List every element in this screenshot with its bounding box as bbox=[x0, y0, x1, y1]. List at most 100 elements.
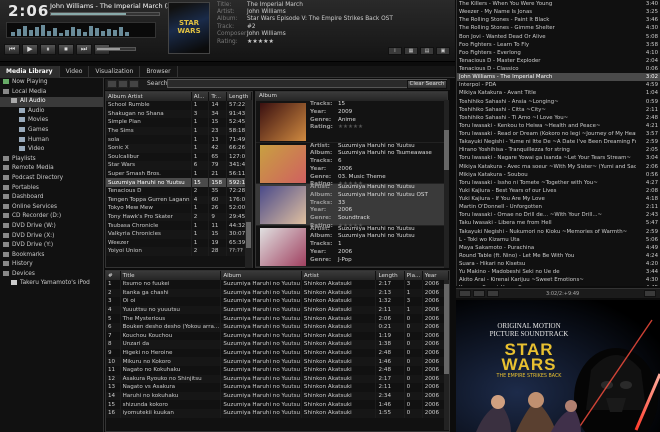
playlist-item[interactable]: Martin O'Donnell - Unforgotten 2:11 bbox=[457, 203, 660, 211]
album-item[interactable]: Tracks: 15 Year: 2009 Genre: Anime Rating: ★★★★… bbox=[256, 101, 447, 143]
stop-button[interactable]: ⏹ bbox=[58, 44, 74, 55]
artist-row[interactable]: Tokyo Mew Mew 1 26 52:00 bbox=[106, 204, 252, 213]
album-scrollbar[interactable] bbox=[444, 100, 449, 268]
playlist-item[interactable]: Toru Iwasaki - Kenkou to Heiwa ~Health a… bbox=[457, 122, 660, 130]
artist-row[interactable]: Valkyria Chronicles 1 15 30:07 bbox=[106, 229, 252, 239]
playlist-item[interactable]: Interpol - PDA 4:59 bbox=[457, 81, 660, 89]
artist-row[interactable]: sola 1 13 71:49 bbox=[106, 135, 252, 144]
select-button[interactable] bbox=[487, 290, 499, 297]
artist-row[interactable]: Weezer 1 19 65:39 bbox=[106, 238, 252, 248]
tree-item-games[interactable]: Games bbox=[0, 126, 103, 136]
artist-scroll-thumb[interactable] bbox=[246, 222, 251, 248]
track-row[interactable]: 13 Nagato vs Asakura Suzumiya Haruhi no Yu… bbox=[106, 383, 449, 392]
tree-item-dvd-drive-x[interactable]: DVD Drive (X:) bbox=[0, 232, 103, 242]
artist-row[interactable]: Tsubasa Chronicle 1 11 44:32 bbox=[106, 221, 252, 230]
track-row[interactable]: 10 Mikuru no Kokoro Suzumiya Haruhi no Yuu… bbox=[106, 357, 449, 366]
artist-row[interactable]: Star Wars 6 79 341:42 bbox=[106, 161, 252, 170]
previous-button[interactable]: ⏮ bbox=[4, 44, 20, 55]
artist-row[interactable]: Tengen Toppa Gurren Lagann 4 60 176:00 bbox=[106, 195, 252, 205]
track-column-header[interactable]: Title bbox=[120, 271, 222, 280]
track-scroll-thumb[interactable] bbox=[444, 284, 449, 374]
tree-item-dvd-drive-y[interactable]: DVD Drive (Y:) bbox=[0, 241, 103, 251]
track-column-header[interactable]: Length bbox=[375, 271, 405, 280]
playlist-item[interactable]: Mikiya Katakura - Soubou 0:56 bbox=[457, 171, 660, 179]
tree-item-human[interactable]: Human bbox=[0, 136, 103, 146]
artist-row[interactable]: School Rumble 1 14 57:22 bbox=[106, 101, 252, 110]
playlist-item[interactable]: Taku Iwasaki - Libera me from Hell 5:47 bbox=[457, 219, 660, 227]
artist-column-header[interactable]: Tr... bbox=[208, 92, 228, 101]
playlist-item[interactable]: Toshihiko Sahashi - Citta ~City~ 2:11 bbox=[457, 106, 660, 114]
tab-media-library[interactable]: Media Library bbox=[0, 66, 60, 78]
artist-row[interactable]: Yoiyoi Union 2 28??:?? bbox=[106, 247, 252, 256]
artist-row[interactable]: Super Smash Bros. 1 21 56:11 bbox=[106, 169, 252, 179]
playlist-menu-button[interactable] bbox=[644, 290, 656, 297]
info-button[interactable]: i bbox=[388, 47, 402, 55]
artist-row[interactable]: Soulcalibur 1 65 127:00 bbox=[106, 152, 252, 162]
playlist-item[interactable]: The Killers - When You Were Young 3:40 bbox=[457, 0, 660, 8]
remove-button[interactable] bbox=[473, 290, 485, 297]
album-item[interactable]: Artist: Suzumiya Haruhi no Yuutsu Album: Su… bbox=[256, 184, 447, 229]
playlist-item[interactable]: Foo Fighters - Learn To Fly 3:58 bbox=[457, 41, 660, 49]
track-column-header[interactable]: Artist bbox=[301, 271, 377, 280]
track-row[interactable]: 4 Yuuuttsu no yuuutsu Suzumiya Haruhi no Y… bbox=[106, 305, 449, 315]
album-cover-thumbnail[interactable]: STAR WARS bbox=[168, 2, 210, 54]
album-scroll-thumb[interactable] bbox=[444, 130, 449, 170]
artist-row[interactable]: Shakugan no Shana 3 34 91:43 bbox=[106, 109, 252, 119]
playlist-item[interactable]: The Rolling Stones - Paint It Black 3:46 bbox=[457, 16, 660, 24]
playlist-item[interactable]: Weezer - My Name Is Jonas 3:25 bbox=[457, 8, 660, 16]
playlist-item[interactable]: Suara - Hikari no Kisetsu 4:20 bbox=[457, 260, 660, 268]
artist-row[interactable]: The Sims 1 23 58:18 bbox=[106, 126, 252, 136]
track-column-header[interactable]: # bbox=[106, 271, 121, 280]
playlist-item[interactable]: L - Toki wo Kizamu Uta 5:06 bbox=[457, 236, 660, 244]
track-column-header[interactable]: Year bbox=[422, 271, 449, 280]
playlist-item[interactable]: Maya Sakamoto - Purachina 4:49 bbox=[457, 244, 660, 252]
track-row[interactable]: 9 Higeki no Heroine Suzumiya Haruhi no Yuu… bbox=[106, 348, 449, 358]
playlist-item[interactable]: Tenacious D - Master Exploder 2:04 bbox=[457, 57, 660, 65]
playlist-item[interactable]: Takayuki Negishi - Nukumori no Kioku ~Me… bbox=[457, 228, 660, 236]
playlist-item[interactable]: Toru Iwasaki - Omae no Drill de... ~With… bbox=[457, 211, 660, 219]
playlist-item[interactable]: Toru Iwasaki - Issho ni Tomete ~Together… bbox=[457, 179, 660, 187]
tree-item-now-playing[interactable]: Now Playing bbox=[0, 78, 103, 88]
tab-browser[interactable]: Browser bbox=[140, 66, 178, 78]
next-button[interactable]: ⏭ bbox=[76, 44, 92, 55]
track-row[interactable]: 1 Itsumo no fuukei Suzumiya Haruhi no Yuut… bbox=[106, 280, 449, 289]
playlist-item[interactable]: Tenacious D - Classico 0:06 bbox=[457, 65, 660, 73]
tree-item-dvd-drive-w[interactable]: DVD Drive (W:) bbox=[0, 222, 103, 232]
playlist-item[interactable]: Hirano Yoshihisa - Tranquillezza for str… bbox=[457, 146, 660, 154]
playlist-item[interactable]: Mikiya Katakura - Avec ma soeur ~With My… bbox=[457, 163, 660, 171]
tree-item-history[interactable]: History bbox=[0, 260, 103, 270]
eq-button[interactable]: ▦ bbox=[404, 47, 418, 55]
tree-item-portables[interactable]: Portables bbox=[0, 184, 103, 194]
track-row[interactable]: 16 iyomutekii kuukan Suzumiya Haruhi no Yu… bbox=[106, 408, 449, 418]
track-scrollbar[interactable] bbox=[444, 280, 449, 430]
track-row[interactable]: 8 Unzari da Suzumiya Haruhi no Yuutsu Shink… bbox=[106, 340, 449, 349]
tree-item-audio[interactable]: Audio bbox=[0, 107, 103, 117]
playlist-item[interactable]: The Rolling Stones - Gimme Shelter 4:30 bbox=[457, 24, 660, 32]
track-row[interactable]: 3 Oi oi Suzumiya Haruhi no Yuutsu Shinkon A… bbox=[106, 297, 449, 306]
tree-item-remote-media[interactable]: Remote Media bbox=[0, 164, 103, 174]
artist-column-header[interactable]: Album Artist bbox=[106, 92, 192, 101]
seek-bar[interactable] bbox=[50, 12, 160, 16]
track-column-header[interactable]: Album bbox=[220, 271, 302, 280]
volume-slider[interactable] bbox=[96, 47, 136, 51]
pause-button[interactable]: ⏸ bbox=[40, 44, 56, 55]
playlist-item[interactable]: Yu Makino - Madobeshi Seki no Ue de 3:44 bbox=[457, 268, 660, 276]
playlist-item[interactable]: Takayuki Negishi - Yume ni Itte De ~A Da… bbox=[457, 138, 660, 146]
tree-item-movies[interactable]: Movies bbox=[0, 116, 103, 126]
artist-row[interactable]: Tony Hawk's Pro Skater 2 9 29:45 bbox=[106, 212, 252, 222]
playlist-item[interactable]: Toru Iwasaki - Read or Dream (Kokoro no … bbox=[457, 130, 660, 138]
playlist-item[interactable]: Mikiya Katakura - Avant Title 1:04 bbox=[457, 89, 660, 97]
playlist-item[interactable]: Toshihiko Sahashi - Ti Amo ~I Love You~ 2… bbox=[457, 114, 660, 122]
ml-button[interactable]: ▣ bbox=[436, 47, 450, 55]
artist-scrollbar[interactable] bbox=[245, 100, 252, 268]
playlist-item[interactable]: Yumeo - Sweet Home Song4:45 bbox=[457, 284, 660, 286]
artist-row[interactable]: Tenacious D 2 35 72:28 bbox=[106, 186, 252, 196]
artist-column-header[interactable]: Al... bbox=[191, 92, 210, 101]
search-input[interactable] bbox=[167, 79, 447, 88]
playlist-item[interactable]: Toru Iwasaki - Nagare Yowai ga Isanda ~L… bbox=[457, 154, 660, 162]
album-item[interactable]: Artist: Suzumiya Haruhi no Yuutsu Album: Su… bbox=[256, 143, 447, 187]
album-item[interactable]: Artist: Suzumiya Haruhi no Yuutsu Album: Su… bbox=[256, 226, 447, 267]
track-row[interactable]: 15 shizunda kokoro Suzumiya Haruhi no Yuut… bbox=[106, 400, 449, 409]
tree-item-all-audio[interactable]: All Audio bbox=[0, 97, 103, 107]
artist-row[interactable]: Suzumiya Haruhi no Yuutsu 15 158 592:12 bbox=[106, 178, 252, 187]
